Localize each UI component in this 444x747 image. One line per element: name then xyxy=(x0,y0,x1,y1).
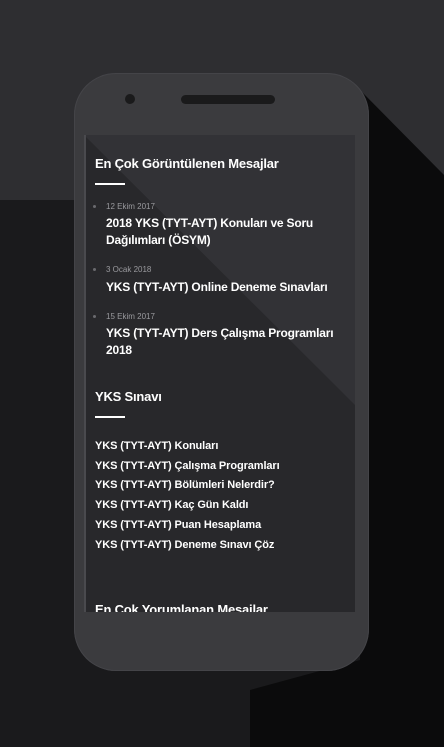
yks-link-deneme[interactable]: YKS (TYT-AYT) Deneme Sınavı Çöz xyxy=(95,539,274,551)
yks-link-kac-gun[interactable]: YKS (TYT-AYT) Kaç Gün Kaldı xyxy=(95,499,248,511)
yks-link-konular[interactable]: YKS (TYT-AYT) Konuları xyxy=(95,440,218,452)
camera-icon xyxy=(125,94,135,104)
yks-link-calisma[interactable]: YKS (TYT-AYT) Çalışma Programları xyxy=(95,460,280,472)
most-viewed-title: En Çok Görüntülenen Mesajlar xyxy=(95,156,279,171)
post-date: 3 Ocak 2018 xyxy=(106,265,152,274)
post-bullet xyxy=(93,315,96,318)
most-commented-title: En Çok Yorumlanan Mesajlar xyxy=(95,602,268,612)
yks-section-title: YKS Sınavı xyxy=(95,389,162,404)
speaker-grille xyxy=(181,95,275,104)
post-bullet xyxy=(93,268,96,271)
post-title-link[interactable]: YKS (TYT-AYT) Ders Çalışma Programları 2… xyxy=(106,325,355,359)
post-date: 15 Ekim 2017 xyxy=(106,312,155,321)
yks-section-underline xyxy=(95,416,125,418)
page-content: En Çok Görüntülenen Mesajlar 12 Ekim 201… xyxy=(84,135,355,612)
most-viewed-underline xyxy=(95,183,125,185)
phone-screen: En Çok Görüntülenen Mesajlar 12 Ekim 201… xyxy=(84,135,355,612)
phone-frame: En Çok Görüntülenen Mesajlar 12 Ekim 201… xyxy=(74,73,369,671)
yks-link-puan[interactable]: YKS (TYT-AYT) Puan Hesaplama xyxy=(95,519,261,531)
yks-link-bolumler[interactable]: YKS (TYT-AYT) Bölümleri Nelerdir? xyxy=(95,479,275,491)
post-bullet xyxy=(93,205,96,208)
post-title-link[interactable]: YKS (TYT-AYT) Online Deneme Sınavları xyxy=(106,279,355,296)
post-title-link[interactable]: 2018 YKS (TYT-AYT) Konuları ve Soru Dağı… xyxy=(106,215,355,249)
post-date: 12 Ekim 2017 xyxy=(106,202,155,211)
